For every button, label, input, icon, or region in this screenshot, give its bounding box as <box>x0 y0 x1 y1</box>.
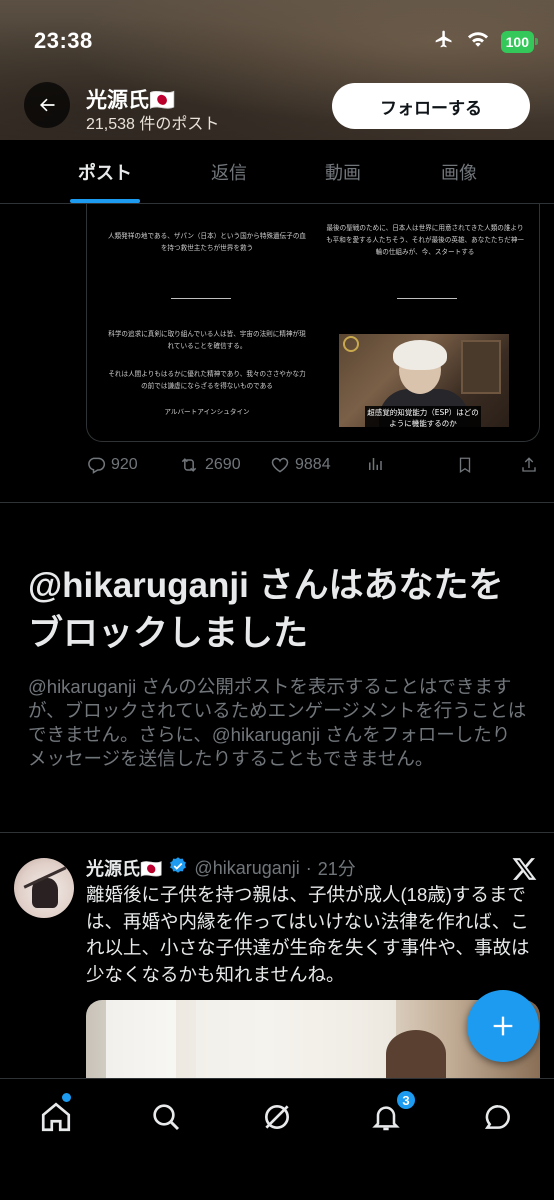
media-panel-text: 人類発祥の地である、ザパン（日本）という国から特殊遺伝子の血を持つ救世主たちが世… <box>107 232 307 252</box>
person-hair-graphic <box>393 340 447 370</box>
panel-divider <box>171 298 231 299</box>
like-button[interactable]: 9884 <box>270 455 331 475</box>
home-unread-dot <box>62 1093 71 1102</box>
avatar[interactable] <box>14 858 74 918</box>
panel-divider <box>397 298 457 299</box>
media-panel-text: それは人間よりもはるかに優れた精神であり、我々のささやかな力の前では謙虚にならざ… <box>108 370 306 390</box>
repost-icon <box>181 458 197 472</box>
status-time: 23:38 <box>34 28 93 53</box>
share-button[interactable] <box>520 455 538 475</box>
header-nav: 光源氏🇯🇵 21,538 件のポスト フォローする <box>0 82 554 133</box>
bookmark-button[interactable] <box>456 455 474 475</box>
section-divider <box>0 502 554 503</box>
battery-indicator: 100 <box>500 30 539 53</box>
person-graphic <box>386 1030 446 1078</box>
media-panel-text: アルバートアインシュタイン <box>164 408 250 416</box>
arrow-left-icon <box>40 98 55 112</box>
block-notice-title: @hikaruganji さんはあなたをブロックしました <box>28 566 504 653</box>
views-button[interactable] <box>366 455 384 473</box>
tab-active-indicator <box>70 199 140 203</box>
profile-tabs: ポスト 返信 動画 画像 <box>0 140 554 204</box>
video-caption: 超感覚的知覚能力（ESP）はどのように機能するのか <box>365 406 481 430</box>
post-text: 離婚後に子供を持つ親は、子供が成人(18歳)するまでは、再婚や内縁を作ってはいけ… <box>86 884 530 985</box>
block-notice-description: @hikaruganji さんの公開ポストを表示することはできますが、ブロックさ… <box>28 676 527 769</box>
media-panel-text: 最後の聖戦のために、日本人は世界に用意されてきた人類の誰よりも平和を愛する人たち… <box>326 224 524 256</box>
back-button[interactable] <box>24 82 70 128</box>
status-bar: 23:38 100 <box>0 0 554 80</box>
section-divider <box>0 832 554 833</box>
repost-button[interactable]: 2690 <box>178 455 241 475</box>
post-media-grid[interactable]: 人類発祥の地である、ザパン（日本）という国から特殊遺伝子の血を持つ救世主たちが世… <box>86 204 540 442</box>
post-count: 21,538 件のポスト <box>86 116 220 133</box>
window-graphic <box>196 1000 396 1078</box>
notification-badge: 3 <box>395 1089 417 1111</box>
x-logo-icon[interactable] <box>512 856 538 882</box>
reply-count: 920 <box>111 456 138 473</box>
share-icon <box>522 457 536 472</box>
bookmark-icon <box>459 457 471 474</box>
post-separator: · <box>305 857 312 878</box>
bottom-navigation: 3 <box>0 1078 554 1200</box>
tab-images[interactable]: 画像 <box>390 140 528 203</box>
reply-button[interactable]: 920 <box>86 455 138 475</box>
heart-icon <box>271 457 289 473</box>
channel-logo-icon <box>343 336 359 352</box>
views-icon <box>369 458 382 470</box>
reply-icon <box>88 457 106 474</box>
post-timestamp[interactable]: 21分 <box>318 855 356 881</box>
media-panel-text: 科学の追求に真剣に取り組んでいる人は皆、宇宙の法則に精神が現れていることを確信す… <box>108 330 306 350</box>
search-icon[interactable] <box>146 1097 186 1137</box>
grok-icon[interactable] <box>257 1097 297 1137</box>
messages-icon[interactable] <box>478 1097 518 1137</box>
like-count: 9884 <box>295 456 331 473</box>
tab-posts[interactable]: ポスト <box>36 140 174 203</box>
compose-button[interactable] <box>467 990 539 1062</box>
home-icon[interactable] <box>36 1097 76 1137</box>
post-author-handle[interactable]: @hikaruganji <box>194 858 299 879</box>
airplane-icon <box>433 29 455 54</box>
post-header: 光源氏🇯🇵 @hikaruganji · 21分 <box>86 856 356 880</box>
repost-count: 2690 <box>205 456 241 473</box>
wifi-icon <box>467 30 489 53</box>
window-graphic <box>106 1000 176 1078</box>
follow-button[interactable]: フォローする <box>332 83 530 129</box>
plus-icon <box>493 1016 513 1036</box>
bookshelf-graphic <box>461 340 501 394</box>
verified-badge-icon <box>168 856 188 881</box>
post-actions: 920 2690 9884 <box>86 455 540 481</box>
status-icons: 100 <box>433 29 539 54</box>
profile-header: 23:38 100 光源氏🇯🇵 21,538 件のポスト フォローする <box>0 0 554 140</box>
post-author-name[interactable]: 光源氏🇯🇵 <box>86 855 162 881</box>
